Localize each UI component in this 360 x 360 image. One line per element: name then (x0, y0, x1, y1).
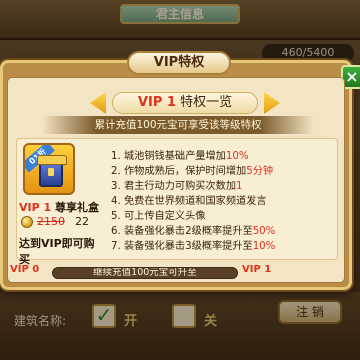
privilege-text: 4. 免费在世界频道和国家频道发言 (111, 196, 267, 207)
vip-privilege-dialog: VIP特权 × VIP 1 特权一览 累计充值100元宝可享受该等级特权 01折… (0, 51, 360, 290)
vip-level-label: VIP 1 (137, 95, 176, 110)
vip-progress-text: 继续充值100元宝可升至 (93, 267, 197, 278)
privilege-value: 50 (252, 226, 266, 237)
privilege-panel: 01折 VIP 1 尊享礼盒 2150 22 达到VIP即可购买 1. 城池铜钱… (16, 138, 338, 266)
privilege-unit: % (238, 151, 249, 162)
privilege-item: 5. 可上传自定义头像 (111, 209, 335, 224)
treasure-chest-icon (37, 155, 67, 187)
vip-progress-bar: 继续充值100元宝可升至 (52, 267, 238, 279)
privilege-text: 2. 作物成熟后，保护时间增加 (111, 166, 247, 177)
privilege-item: 6. 装备强化暴击2级概率提升至50% (111, 224, 335, 239)
dialog-body: VIP 1 特权一览 累计充值100元宝可享受该等级特权 01折 VIP 1 尊… (7, 77, 345, 283)
vip-progress-row: VIP 0 继续充值100元宝可升至 VIP 1 (10, 264, 342, 282)
privilege-item: 3. 君主行动力可购买次数加1 (111, 179, 335, 194)
privilege-item: 1. 城池铜钱基础产量增加10% (111, 149, 335, 164)
privilege-unit: 分钟 (252, 166, 274, 177)
privilege-value: 1 (236, 181, 243, 192)
prev-level-arrow-icon[interactable] (90, 92, 106, 114)
gift-price-row: 2150 22 (21, 215, 101, 229)
privilege-text: 1. 城池铜钱基础产量增加 (111, 151, 226, 162)
ingot-icon (21, 216, 33, 228)
next-level-arrow-icon[interactable] (264, 92, 280, 114)
close-icon: × (345, 67, 359, 86)
privilege-list: 1. 城池铜钱基础产量增加10% 2. 作物成熟后，保护时间增加5分钟 3. 君主行… (111, 149, 335, 254)
vip-level-suffix: 特权一览 (180, 95, 233, 110)
current-vip-level: VIP 0 (10, 264, 40, 275)
gift-name-suffix: 尊享礼盒 (55, 201, 99, 214)
privilege-item: 7. 装备强化暴击3级概率提升至10% (111, 239, 335, 254)
vip-level-banner: VIP 1 特权一览 (112, 92, 258, 114)
privilege-text: 6. 装备强化暴击2级概率提升至 (111, 226, 253, 237)
original-price: 2150 (37, 215, 65, 228)
requirement-info: 累计充值100元宝可享受该等级特权 (42, 116, 314, 134)
next-vip-level: VIP 1 (242, 264, 272, 275)
privilege-item: 4. 免费在世界频道和国家频道发言 (111, 194, 335, 209)
discount-price: 22 (75, 215, 89, 228)
gift-name-level: VIP 1 (19, 201, 52, 214)
privilege-value: 10 (225, 151, 239, 162)
privilege-unit: % (265, 226, 276, 237)
privilege-text: 3. 君主行动力可购买次数加 (111, 181, 237, 192)
privilege-text: 5. 可上传自定义头像 (111, 211, 206, 222)
privilege-value: 10 (252, 241, 266, 252)
purchase-condition: 达到VIP即可购买 (19, 237, 95, 266)
gift-name: VIP 1 尊享礼盒 (19, 199, 103, 215)
privilege-item: 2. 作物成熟后，保护时间增加5分钟 (111, 164, 335, 179)
privilege-unit: % (265, 241, 276, 252)
dialog-title: VIP特权 (127, 51, 231, 75)
privilege-text: 7. 装备强化暴击3级概率提升至 (111, 241, 253, 252)
gift-box-icon[interactable]: 01折 (23, 143, 75, 195)
